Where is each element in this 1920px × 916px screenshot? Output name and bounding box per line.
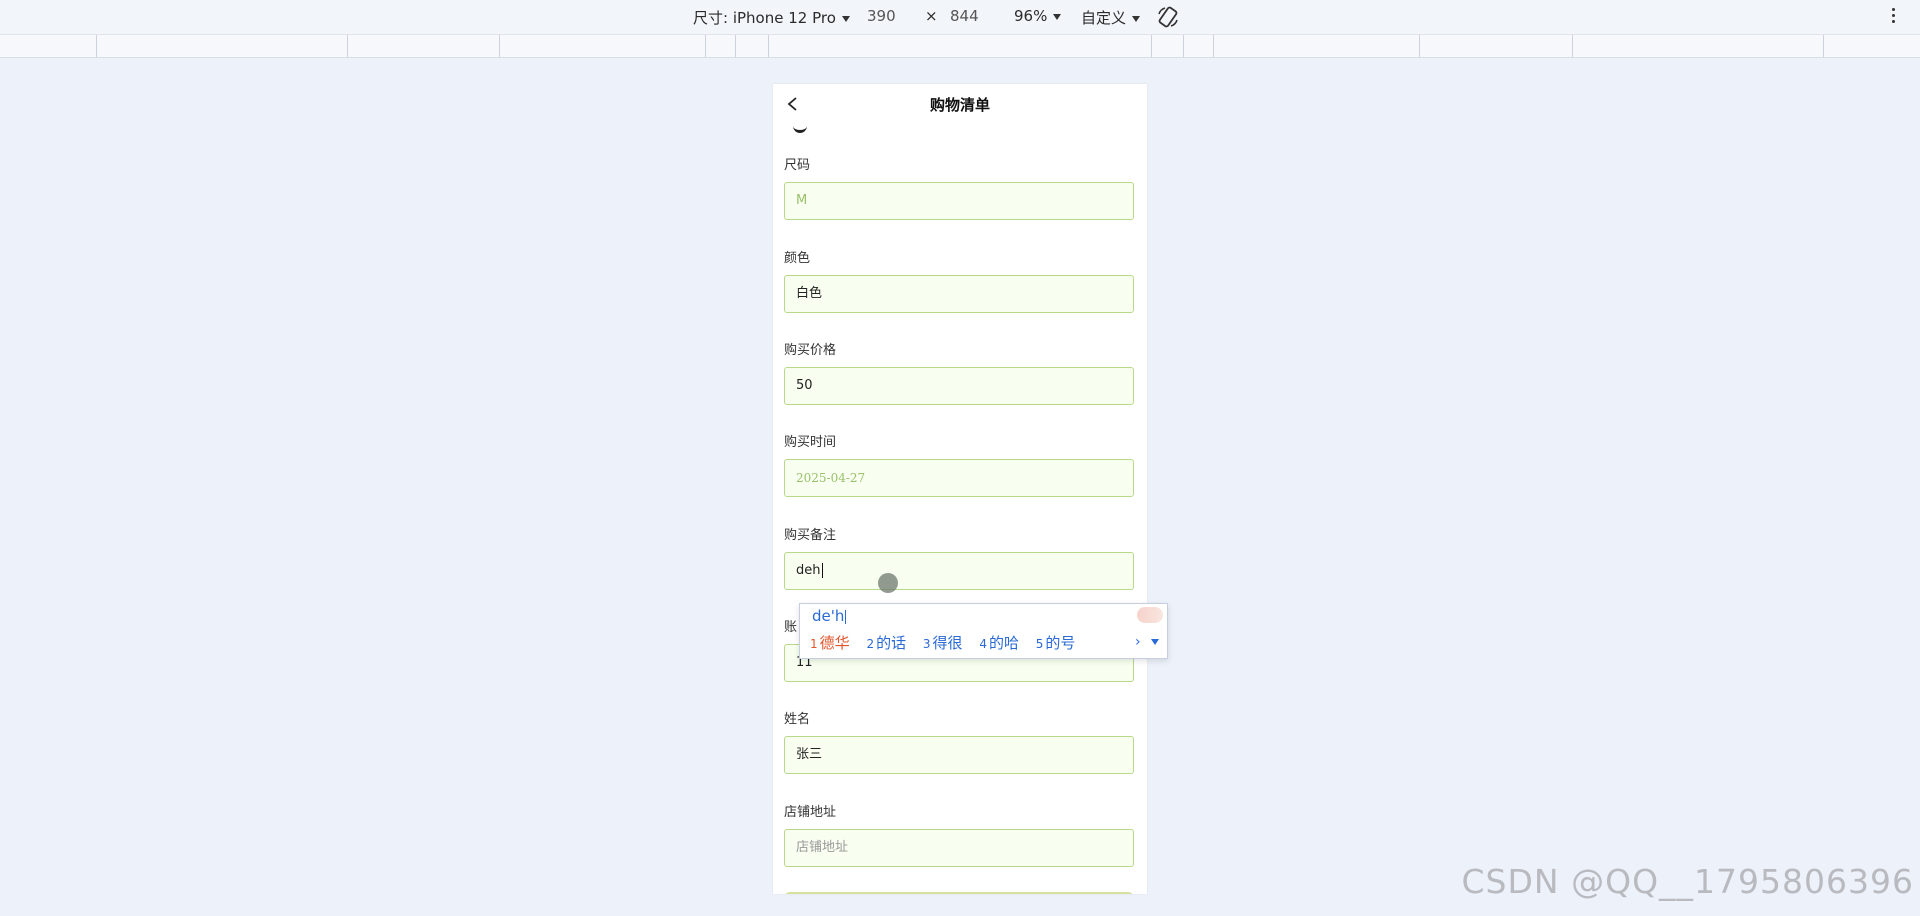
note-input-value: deh: [796, 563, 821, 578]
zoom-select[interactable]: 96%: [1014, 7, 1062, 25]
ime-candidate-list: 1 德华 2 的话 3 得很 4 的哈 5 的号: [810, 632, 1087, 653]
shop-address-input[interactable]: 店铺地址: [784, 829, 1134, 867]
chevron-down-icon[interactable]: [1151, 639, 1159, 645]
chevron-down-icon: [1053, 13, 1062, 20]
size-label: 尺码: [784, 158, 811, 173]
account-label: 账: [784, 620, 798, 635]
ime-candidate-window: de'h 1 德华 2 的话 3 得很 4 的哈 5 的号 ›: [799, 603, 1168, 659]
color-input[interactable]: 白色: [784, 275, 1134, 313]
height-input[interactable]: 844: [950, 7, 979, 25]
submit-button[interactable]: [784, 892, 1134, 894]
ime-candidate[interactable]: 4 的哈: [979, 634, 1019, 652]
note-label: 购买备注: [784, 528, 837, 543]
ime-candidate[interactable]: 5 的号: [1036, 634, 1076, 652]
shop-address-label: 店铺地址: [784, 805, 837, 820]
throttle-select[interactable]: 自定义: [1081, 7, 1141, 28]
page-title: 购物清单: [929, 96, 990, 114]
size-input[interactable]: M: [784, 182, 1134, 220]
phone-viewport: 购物清单 尺码 M 颜色 白色 购买价格 50 购买时间 2025-04-27 …: [773, 84, 1147, 894]
dimension-separator: ×: [925, 7, 938, 25]
media-query-ruler: [0, 35, 1920, 58]
device-toolbar: 尺寸: iPhone 12 Pro 390 × 844 96% 自定义: [0, 0, 1920, 35]
ime-candidate[interactable]: 2 的话: [866, 634, 906, 652]
ime-caret: [845, 609, 847, 624]
ime-candidate[interactable]: 1 德华: [810, 634, 850, 652]
purchase-date-input[interactable]: 2025-04-27: [784, 459, 1134, 497]
price-label: 购买价格: [784, 343, 837, 358]
color-label: 颜色: [784, 251, 811, 266]
touch-cursor: [878, 573, 898, 593]
nav-bar: 购物清单: [773, 84, 1147, 124]
note-input[interactable]: deh: [784, 552, 1134, 590]
more-options-icon[interactable]: [1892, 8, 1896, 26]
throttle-select-label: 自定义: [1081, 9, 1127, 27]
csdn-watermark: CSDN @QQ__1795806396: [1461, 862, 1914, 901]
chevron-down-icon: [1132, 15, 1141, 22]
device-select-label: 尺寸: iPhone 12 Pro: [693, 9, 836, 27]
device-select[interactable]: 尺寸: iPhone 12 Pro: [693, 7, 850, 28]
ime-composition: de'h: [812, 607, 847, 625]
text-caret: [821, 563, 823, 578]
name-input[interactable]: 张三: [784, 736, 1134, 774]
purchase-date-label: 购买时间: [784, 435, 837, 450]
ime-next-page[interactable]: ›: [1135, 634, 1159, 650]
chevron-down-icon: [841, 15, 850, 22]
chevron-right-icon: ›: [1134, 634, 1141, 650]
rotate-device-icon[interactable]: [1156, 5, 1180, 29]
width-input[interactable]: 390: [867, 7, 896, 25]
ime-logo-icon: [1137, 607, 1163, 623]
zoom-select-label: 96%: [1014, 7, 1048, 25]
name-label: 姓名: [784, 712, 811, 727]
price-input[interactable]: 50: [784, 367, 1134, 405]
ime-candidate[interactable]: 3 得很: [923, 634, 963, 652]
